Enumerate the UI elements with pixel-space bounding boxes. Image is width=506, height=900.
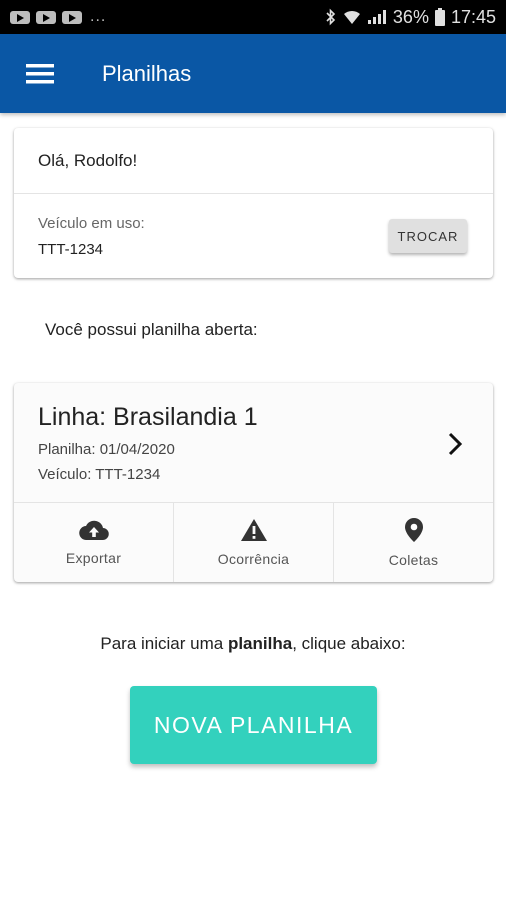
collections-button[interactable]: Coletas (334, 503, 493, 582)
battery-icon (434, 8, 445, 26)
battery-percent: 36% (392, 6, 429, 27)
greeting-card: Olá, Rodolfo! Veículo em uso: TTT-1234 T… (14, 128, 493, 278)
vehicle-info: Veículo em uso: TTT-1234 (38, 215, 145, 258)
notification-area: ... (10, 8, 106, 26)
open-sheet-summary[interactable]: Linha: Brasilandia 1 Planilha: 01/04/202… (14, 383, 493, 503)
start-message-before: Para iniciar uma (100, 634, 228, 653)
start-message-bold: planilha (227, 634, 293, 653)
video-notification-icon (36, 10, 56, 24)
collections-label: Coletas (388, 552, 439, 568)
page-title: Planilhas (102, 60, 192, 86)
vehicle-label: Veículo em uso: (38, 214, 145, 232)
clock: 17:45 (450, 6, 496, 27)
wifi-icon (343, 10, 360, 24)
start-message-after: , clique abaixo: (292, 634, 406, 653)
video-notification-icon (62, 10, 82, 24)
export-button[interactable]: Exportar (14, 503, 174, 582)
more-notifications: ... (90, 8, 107, 25)
vehicle-plate: TTT-1234 (38, 240, 104, 258)
export-label: Exportar (65, 550, 122, 566)
location-pin-icon (404, 518, 423, 542)
open-sheet-message: Você possui planilha aberta: (45, 320, 258, 339)
signal-icon (367, 10, 386, 24)
swap-vehicle-button[interactable]: TROCAR (389, 219, 467, 253)
sheet-date: Planilha: 01/04/2020 (38, 441, 175, 458)
sheet-line-name: Linha: Brasilandia 1 (38, 403, 258, 431)
open-sheet-card: Linha: Brasilandia 1 Planilha: 01/04/202… (14, 383, 493, 582)
greeting-text: Olá, Rodolfo! (14, 128, 493, 194)
app-bar: Planilhas (0, 34, 506, 113)
status-bar: ... 36% 17:45 (0, 0, 506, 34)
cloud-upload-icon (78, 520, 109, 541)
video-notification-icon (10, 10, 30, 24)
chevron-right-icon (448, 432, 463, 456)
occurrence-button[interactable]: Ocorrência (174, 503, 334, 582)
hamburger-menu-icon (26, 63, 54, 83)
sheet-vehicle: Veículo: TTT-1234 (38, 466, 161, 483)
menu-button[interactable] (0, 34, 80, 113)
start-sheet-message: Para iniciar uma planilha, clique abaixo… (0, 634, 506, 654)
occurrence-label: Ocorrência (217, 551, 290, 567)
warning-icon (240, 519, 267, 541)
bluetooth-icon (326, 8, 336, 26)
sheet-actions: Exportar Ocorrência Coletas (14, 503, 493, 582)
new-sheet-button[interactable]: NOVA PLANILHA (130, 686, 377, 764)
system-status: 36% 17:45 (325, 7, 496, 28)
vehicle-row: Veículo em uso: TTT-1234 TROCAR (14, 194, 493, 278)
